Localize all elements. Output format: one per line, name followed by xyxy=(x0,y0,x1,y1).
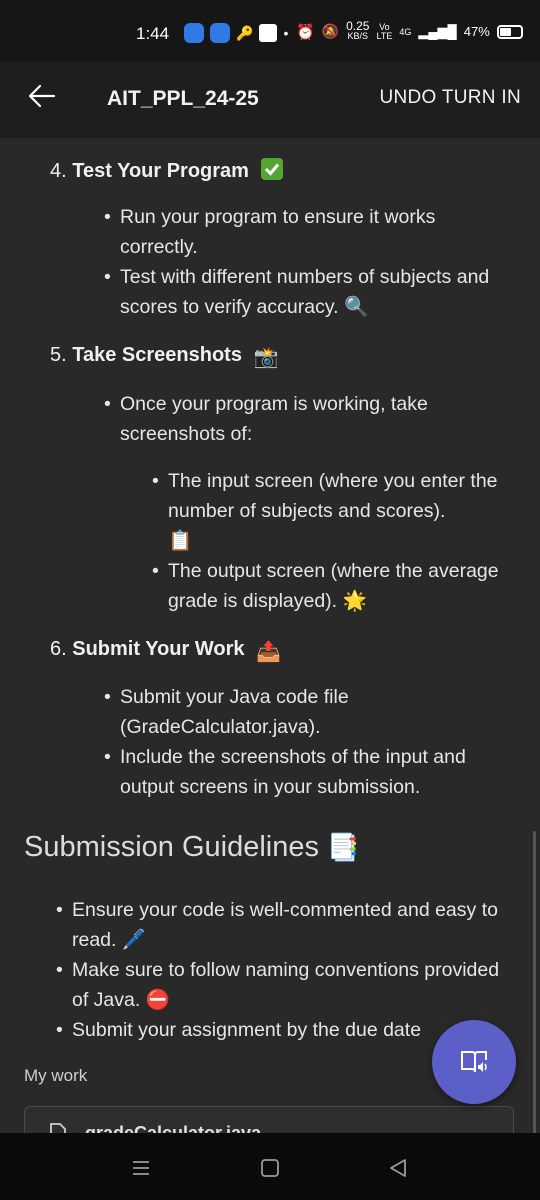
clipboard-icon: 📋 xyxy=(168,530,193,552)
step-heading: 5. Take Screenshots 📸 xyxy=(50,344,278,370)
network-type: 4G xyxy=(399,26,412,37)
signal-icon: ▂▄▆█ xyxy=(418,23,457,39)
bookmark-tabs-icon: 📑 xyxy=(327,832,360,862)
attached-file-card[interactable]: gradeCalculator.java xyxy=(24,1106,514,1133)
step-number: 5. xyxy=(50,344,67,366)
immersive-reader-button[interactable] xyxy=(432,1020,516,1104)
list-item-text: The output screen (where the average gra… xyxy=(168,560,499,612)
list-item-text: Make sure to follow naming conventions p… xyxy=(72,959,500,1011)
list-item: Submit your Java code file (GradeCalcula… xyxy=(104,682,510,742)
pen-icon: 🖊️ xyxy=(121,929,147,951)
sub-bullet-list: The input screen (where you enter the nu… xyxy=(152,466,513,616)
battery-percent: 47% xyxy=(463,24,490,39)
list-item: Once your program is working, take scree… xyxy=(104,389,500,449)
list-item-text: Test with different numbers of subjects … xyxy=(120,266,490,318)
my-work-label: My work xyxy=(24,1066,88,1085)
app-notification-icon xyxy=(210,23,230,43)
dot-icon: • xyxy=(283,25,289,41)
step-title: Submit Your Work xyxy=(72,638,245,660)
list-item-text: The input screen (where you enter the nu… xyxy=(168,470,498,522)
star-icon: 🌟 xyxy=(342,590,367,612)
mute-icon: 🔕 xyxy=(321,23,340,39)
step-heading: 6. Submit Your Work 📤 xyxy=(50,638,281,664)
step-heading: 4. Test Your Program xyxy=(50,158,283,186)
linkedin-icon xyxy=(259,24,278,42)
section-heading-text: Submission Guidelines xyxy=(24,831,319,863)
status-time: 1:44 xyxy=(136,24,170,43)
home-icon[interactable] xyxy=(260,1158,280,1178)
back-icon[interactable] xyxy=(388,1158,408,1178)
battery-icon xyxy=(496,24,523,39)
step-bullet-list: Submit your Java code file (GradeCalcula… xyxy=(104,682,510,802)
step-title: Take Screenshots xyxy=(72,344,242,366)
guidelines-list: Ensure your code is well-commented and e… xyxy=(56,895,512,1045)
status-indicators: ⏰ 🔕 0.25 KB/S Vo LTE 4G ▂▄▆█ 47% xyxy=(296,20,523,41)
magnifier-icon: 🔍 xyxy=(343,296,369,318)
list-item: The input screen (where you enter the nu… xyxy=(152,466,513,556)
app-notification-icon xyxy=(184,23,204,43)
volte-bottom: LTE xyxy=(376,30,393,41)
no-entry-icon: ⛔ xyxy=(145,989,170,1011)
camera-flash-icon: 📸 xyxy=(253,347,279,369)
assignment-content: 4. Test Your Program Run your program to… xyxy=(0,138,540,1133)
list-item: The output screen (where the average gra… xyxy=(152,556,513,616)
notification-icons: 🔑 • xyxy=(184,23,288,43)
step-title: Test Your Program xyxy=(72,160,249,182)
recent-apps-icon[interactable] xyxy=(132,1159,150,1177)
volte-indicator: Vo LTE xyxy=(376,22,393,41)
back-arrow-icon[interactable] xyxy=(26,80,58,112)
outbox-tray-icon: 📤 xyxy=(256,641,281,663)
file-name: gradeCalculator.java xyxy=(85,1123,262,1133)
step-number: 6. xyxy=(50,638,67,660)
reader-speaker-icon xyxy=(461,1051,487,1073)
system-nav-bar xyxy=(0,1133,540,1200)
step-bullet-list: Once your program is working, take scree… xyxy=(104,389,500,449)
list-item: Include the screenshots of the input and… xyxy=(104,742,510,802)
net-speed: 0.25 KB/S xyxy=(346,20,369,41)
scrollbar[interactable] xyxy=(533,831,536,1133)
page-title: AIT_PPL_24-25 xyxy=(107,87,259,110)
list-item: Ensure your code is well-commented and e… xyxy=(56,895,512,955)
step-bullet-list: Run your program to ensure it works corr… xyxy=(104,202,510,322)
check-mark-icon xyxy=(260,158,283,186)
section-heading: Submission Guidelines 📑 xyxy=(24,831,359,864)
list-item: Run your program to ensure it works corr… xyxy=(104,202,510,262)
status-bar: 1:44 🔑 • ⏰ 🔕 0.25 KB/S Vo LTE 4G ▂▄▆█ 47… xyxy=(0,0,540,62)
undo-turn-in-button[interactable]: UNDO TURN IN xyxy=(379,87,521,109)
step-number: 4. xyxy=(50,160,67,182)
app-bar: AIT_PPL_24-25 UNDO TURN IN xyxy=(0,62,540,138)
list-item: Test with different numbers of subjects … xyxy=(104,262,510,322)
file-icon xyxy=(50,1123,66,1133)
alarm-icon: ⏰ xyxy=(296,23,315,41)
net-speed-unit: KB/S xyxy=(347,31,369,41)
list-item: Make sure to follow naming conventions p… xyxy=(56,955,512,1015)
key-icon: 🔑 xyxy=(236,24,254,41)
